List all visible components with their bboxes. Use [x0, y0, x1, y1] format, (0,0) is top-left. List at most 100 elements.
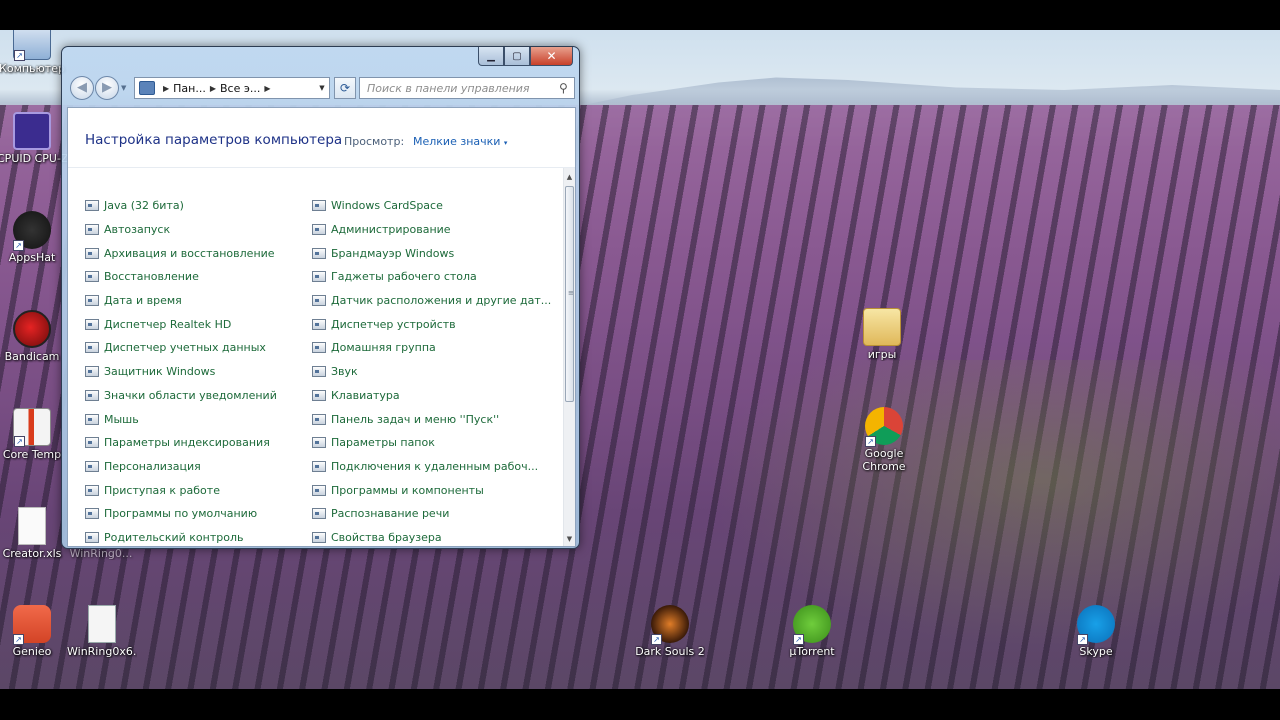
scrollbar-thumb[interactable]: ≡ — [565, 186, 574, 402]
control-panel-item-label: Java (32 бита) — [104, 199, 184, 213]
breadcrumb-item[interactable]: Все э... — [220, 82, 260, 95]
view-label: Просмотр: — [344, 135, 405, 148]
applet-icon — [85, 437, 99, 449]
control-panel-item[interactable]: Дата и время — [85, 289, 277, 313]
desktop-icon-games[interactable]: игры — [847, 308, 917, 361]
control-panel-item[interactable]: Персонализация — [85, 455, 277, 479]
forward-button[interactable]: ▶ — [95, 76, 119, 100]
control-panel-item[interactable]: Автозапуск — [85, 218, 277, 242]
navigation-bar: ◀ ▶ ▼ ▶ Пан... ▶ Все э... ▶ ▼ ⟳ ⚲ — [68, 75, 576, 103]
desktop-icon-appshat[interactable]: ↗ AppsHat — [0, 211, 67, 264]
scroll-down-icon[interactable]: ▼ — [564, 532, 575, 546]
control-panel-item-label: Датчик расположения и другие дат... — [331, 294, 552, 308]
control-panel-item[interactable]: Значки области уведомлений — [85, 384, 277, 408]
desktop-icon-coretemp[interactable]: ↗ Core Temp — [0, 408, 67, 461]
search-box[interactable]: ⚲ — [359, 77, 575, 99]
desktop-icon-computer[interactable]: ↗ Компьютер — [0, 30, 67, 75]
desktop-icon-skype[interactable]: ↗ Skype — [1061, 605, 1131, 658]
control-panel-item[interactable]: Датчик расположения и другие дат... — [312, 289, 551, 313]
control-panel-item[interactable]: Гаджеты рабочего стола — [312, 265, 551, 289]
recent-pages-dropdown-icon[interactable]: ▼ — [121, 84, 126, 92]
settings-file-icon — [88, 605, 116, 643]
control-panel-item[interactable]: Параметры папок — [312, 431, 551, 455]
control-panel-item-label: Параметры индексирования — [104, 436, 270, 450]
minimize-button[interactable]: ▁ — [478, 47, 504, 66]
applet-icon — [312, 247, 326, 259]
desktop-icon-creator-xls[interactable]: Creator.xls — [0, 507, 67, 560]
control-panel-item[interactable]: Программы по умолчанию — [85, 502, 277, 526]
applet-icon — [312, 460, 326, 472]
refresh-button[interactable]: ⟳ — [334, 77, 356, 99]
control-panel-item[interactable]: Клавиатура — [312, 384, 551, 408]
wallpaper-patch — [680, 360, 1280, 660]
control-panel-item-label: Мышь — [104, 412, 139, 426]
address-bar[interactable]: ▶ Пан... ▶ Все э... ▶ ▼ — [134, 77, 330, 99]
applet-icon — [312, 508, 326, 520]
control-panel-item[interactable]: Диспетчер устройств — [312, 312, 551, 336]
control-panel-item[interactable]: Администрирование — [312, 218, 551, 242]
control-panel-item[interactable]: Панель задач и меню ''Пуск'' — [312, 407, 551, 431]
control-panel-item[interactable]: Приступая к работе — [85, 478, 277, 502]
applet-icon — [85, 389, 99, 401]
control-panel-item[interactable]: Домашняя группа — [312, 336, 551, 360]
view-mode-dropdown[interactable]: Мелкие значки ▾ — [413, 135, 507, 148]
control-panel-item[interactable]: Распознавание речи — [312, 502, 551, 526]
control-panel-item[interactable]: Java (32 бита) — [85, 194, 277, 218]
control-panel-content: Настройка параметров компьютера Просмотр… — [67, 107, 576, 547]
control-panel-item[interactable]: Восстановление — [85, 265, 277, 289]
control-panel-item-label: Родительский контроль — [104, 530, 244, 544]
maximize-button[interactable]: ▢ — [504, 47, 530, 66]
control-panel-item[interactable]: Диспетчер Realtek HD — [85, 312, 277, 336]
cpuz-icon — [13, 112, 51, 150]
desktop-icon-winring[interactable]: WinRing0x6... — [67, 605, 137, 658]
breadcrumb-chevron-icon[interactable]: ▶ — [210, 84, 216, 93]
control-panel-item[interactable]: Мышь — [85, 407, 277, 431]
control-panel-item[interactable]: Windows CardSpace — [312, 194, 551, 218]
applet-icon — [312, 531, 326, 543]
control-panel-icon — [139, 81, 155, 95]
control-panel-item[interactable]: Брандмауэр Windows — [312, 241, 551, 265]
vertical-scrollbar[interactable]: ▲ ≡ ▼ — [563, 168, 575, 546]
control-panel-item-label: Программы и компоненты — [331, 483, 484, 497]
control-panel-item[interactable]: Подключения к удаленным рабоч... — [312, 455, 551, 479]
applet-icon — [85, 508, 99, 520]
control-panel-item[interactable]: Программы и компоненты — [312, 478, 551, 502]
breadcrumb-item[interactable]: Пан... — [173, 82, 206, 95]
applet-icon — [85, 366, 99, 378]
applet-icon — [312, 200, 326, 212]
search-icon[interactable]: ⚲ — [559, 81, 568, 95]
control-panel-item[interactable]: Параметры индексирования — [85, 431, 277, 455]
control-panel-item-label: Звук — [331, 365, 358, 379]
content-header: Настройка параметров компьютера Просмотр… — [68, 108, 575, 168]
desktop-icon-genieo[interactable]: ↗ Genieo — [0, 605, 67, 658]
control-panel-item-label: Гаджеты рабочего стола — [331, 270, 477, 284]
desktop-icon-utorrent[interactable]: ↗ µTorrent — [777, 605, 847, 658]
applet-icon — [312, 342, 326, 354]
breadcrumb-chevron-icon[interactable]: ▶ — [264, 84, 270, 93]
desktop-icon-darksouls[interactable]: ↗ Dark Souls 2 — [635, 605, 705, 658]
control-panel-item-label: Диспетчер устройств — [331, 317, 456, 331]
desktop-icon-bandicam[interactable]: Bandicam — [0, 310, 67, 363]
back-button[interactable]: ◀ — [70, 76, 94, 100]
search-input[interactable] — [367, 79, 557, 97]
control-panel-item-label: Дата и время — [104, 294, 182, 308]
control-panel-item[interactable]: Родительский контроль — [85, 526, 277, 546]
scroll-up-icon[interactable]: ▲ — [564, 170, 575, 184]
address-dropdown-icon[interactable]: ▼ — [315, 84, 329, 92]
control-panel-item-label: Архивация и восстановление — [104, 246, 275, 260]
breadcrumb-chevron-icon[interactable]: ▶ — [163, 84, 169, 93]
items-column-right: Windows CardSpace Администрирование Брандм… — [312, 194, 551, 546]
items-column-left: Java (32 бита) Автозапуск Архивация и восс… — [85, 194, 277, 546]
control-panel-item-label: Панель задач и меню ''Пуск'' — [331, 412, 500, 426]
desktop-icon-cpuz[interactable]: CPUID CPU-Z — [0, 112, 67, 165]
control-panel-item[interactable]: Свойства браузера — [312, 526, 551, 546]
control-panel-item[interactable]: Звук — [312, 360, 551, 384]
caption-buttons: ▁ ▢ ✕ — [478, 47, 573, 66]
control-panel-item[interactable]: Диспетчер учетных данных — [85, 336, 277, 360]
desktop-icon-chrome[interactable]: ↗ Google Chrome — [849, 407, 919, 473]
control-panel-item[interactable]: Архивация и восстановление — [85, 241, 277, 265]
control-panel-window[interactable]: ▁ ▢ ✕ ◀ ▶ ▼ ▶ Пан... ▶ Все э... ▶ ▼ ⟳ ⚲ … — [61, 46, 580, 549]
control-panel-item-label: Windows CardSpace — [331, 199, 443, 213]
close-button[interactable]: ✕ — [530, 47, 573, 66]
control-panel-item[interactable]: Защитник Windows — [85, 360, 277, 384]
